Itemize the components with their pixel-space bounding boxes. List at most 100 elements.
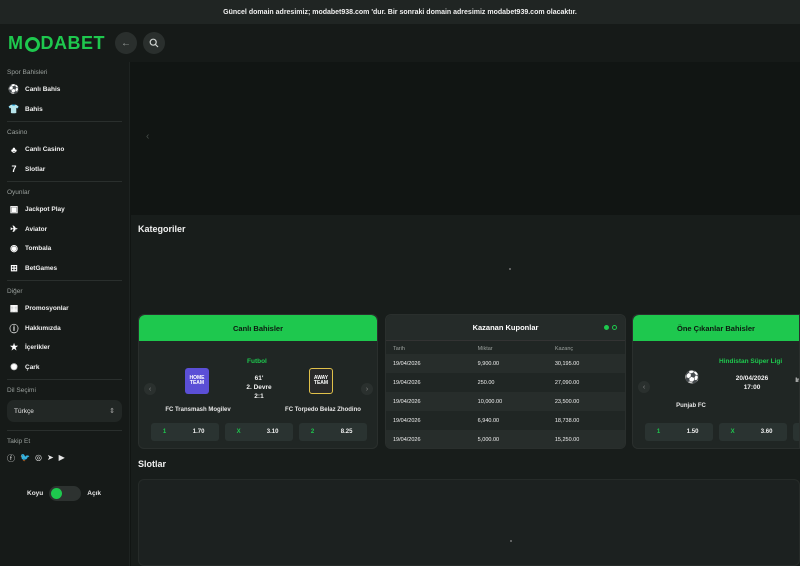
star-icon: ★	[9, 342, 19, 353]
pagination-dots	[604, 325, 617, 330]
winning-coupons-title: Kazanan Kuponlar	[386, 315, 625, 341]
seven-icon: 7	[11, 164, 17, 175]
chevron-left-icon[interactable]: ‹	[638, 381, 650, 393]
sidebar-item-slots[interactable]: 7 Slotlar	[0, 160, 129, 180]
section-title-games: Oyunlar	[7, 189, 30, 196]
match-time: 17:00	[743, 384, 761, 391]
odd-button-home[interactable]: 1 1.50	[645, 423, 713, 441]
info-icon: ⓘ	[9, 323, 19, 334]
chevron-left-icon[interactable]: ‹	[144, 383, 156, 395]
loading-dot	[510, 540, 512, 542]
punjab-fc-crest: ⚽	[684, 370, 700, 385]
lottery-ball-icon: ◉	[10, 243, 18, 254]
column-header: Kazanç	[554, 345, 574, 352]
winning-coupons-card: Kazanan Kuponlar Tarih Miktar Kazanç 19/04…	[385, 314, 626, 449]
sidebar-item-jackpot-play[interactable]: ▣ Jackpot Play	[0, 200, 129, 220]
section-title-language: Dil Seçimi	[7, 387, 36, 394]
odd-button-home[interactable]: 1 1.70	[151, 423, 219, 441]
sidebar-item-live-betting[interactable]: ⚽ Canlı Bahis	[0, 80, 129, 100]
gamepad-icon: ⊞	[10, 262, 18, 273]
announcement-bar: Güncel domain adresimiz; modabet938.com …	[0, 0, 800, 24]
odd-button-away[interactable]: 2 8.25	[299, 423, 367, 441]
slots-title: Slotlar	[138, 459, 167, 469]
plane-icon: ✈	[10, 223, 18, 234]
home-team-name: FC Transmash Mogilev	[165, 407, 231, 413]
sidebar-item-about[interactable]: ⓘ Hakkımızda	[0, 319, 129, 339]
instagram-icon[interactable]: ◎	[35, 453, 42, 464]
section-title-casino: Casino	[7, 129, 28, 136]
match-score: 2:1	[254, 393, 264, 400]
logo[interactable]: M DABET	[8, 33, 105, 54]
sidebar-item-live-casino[interactable]: ♣ Canlı Casino	[0, 140, 129, 160]
featured-bets-title: Öne Çıkanlar Bahisler	[633, 315, 799, 341]
announcement-text: Güncel domain adresimiz; modabet938.com …	[223, 8, 577, 16]
twitter-icon[interactable]: 🐦	[20, 453, 30, 464]
sidebar-item-promotions[interactable]: ▦ Promosyonlar	[0, 299, 129, 319]
sidebar-item-betgames[interactable]: ⊞ BetGames	[0, 259, 129, 279]
slots-area	[138, 479, 800, 566]
odd-button-away[interactable]	[793, 423, 799, 441]
match-minute: 61'	[254, 375, 264, 382]
column-header: Miktar	[477, 345, 493, 352]
gift-icon: ▦	[9, 303, 19, 314]
match-datetime: 20/04/2026 17:00	[728, 374, 776, 392]
table-row: 19/04/2026 250.00 27,090.00	[393, 379, 580, 386]
table-row: 19/04/2026 6,940.00 18,738.00	[393, 417, 580, 424]
theme-switcher: Koyu Açık	[0, 468, 129, 501]
language-select[interactable]: Türkçe ⇕	[7, 400, 122, 422]
home-team-crest: HOME TEAM	[185, 368, 209, 394]
match-date: 20/04/2026	[735, 375, 769, 382]
sidebar-item-wheel[interactable]: ✺ Çark	[0, 358, 129, 378]
soccer-ball-icon: ⚽	[8, 84, 20, 95]
match-status: 61' 2. Devre 2:1	[239, 374, 279, 401]
sidebar-item-tombala[interactable]: ◉ Tombala	[0, 239, 129, 259]
jackpot-icon: ▣	[9, 204, 19, 215]
back-button[interactable]: ←	[115, 32, 137, 54]
search-icon	[149, 38, 159, 48]
telegram-icon[interactable]: ➤	[47, 453, 54, 464]
away-team-crest: AWAY TEAM	[309, 368, 333, 394]
loading-dot	[509, 268, 511, 270]
coupons-table: Tarih Miktar Kazanç 19/04/2026 9,900.00 30,1…	[386, 343, 625, 448]
header: M DABET ←	[0, 24, 800, 62]
league-label: Hindistan Süper Ligi	[719, 358, 783, 365]
chevron-left-icon[interactable]: ‹	[146, 131, 149, 142]
arrow-left-icon: ←	[121, 37, 131, 49]
sport-label: Futbol	[247, 358, 267, 365]
odd-button-draw[interactable]: X 3.60	[719, 423, 787, 441]
away-team-name-partial: In	[795, 378, 799, 384]
sidebar-item-aviator[interactable]: ✈ Aviator	[0, 220, 129, 240]
pagination-dot[interactable]	[612, 325, 617, 330]
column-header: Tarih	[393, 345, 405, 352]
odd-button-draw[interactable]: X 3.10	[225, 423, 293, 441]
jersey-icon: 👕	[8, 103, 20, 114]
club-card-icon: ♣	[11, 144, 17, 155]
table-row: 19/04/2026 9,900.00 30,195.00	[386, 354, 625, 373]
live-bets-card-title: Canlı Bahisler	[139, 315, 377, 341]
match-period: 2. Devre	[246, 384, 272, 391]
facebook-icon[interactable]: ⓕ	[7, 453, 15, 464]
featured-bets-card: Öne Çıkanlar Bahisler Hindistan Süper Li…	[632, 314, 800, 449]
theme-dark-label: Koyu	[27, 490, 44, 497]
search-button[interactable]	[143, 32, 165, 54]
sidebar-item-betting[interactable]: 👕 Bahis	[0, 100, 129, 120]
updown-chevron-icon: ⇕	[109, 408, 115, 415]
section-title-sports: Spor Bahisleri	[7, 69, 48, 76]
away-team-name: FC Torpedo Belaz Zhodino	[285, 407, 361, 413]
table-row: 19/04/2026 5,000.00 15,250.00	[386, 430, 625, 448]
social-links: ⓕ 🐦 ◎ ➤ ▶	[0, 449, 129, 468]
youtube-icon[interactable]: ▶	[59, 453, 65, 464]
logo-ring-icon	[24, 36, 40, 52]
theme-light-label: Açık	[87, 490, 101, 497]
sidebar-item-contents[interactable]: ★ İçerikler	[0, 338, 129, 358]
live-bets-card: Canlı Bahisler Futbol ‹ › HOME TEAM AWAY…	[138, 314, 378, 449]
home-team-name: Punjab FC	[676, 403, 706, 409]
chevron-right-icon[interactable]: ›	[361, 383, 373, 395]
pagination-dot[interactable]	[604, 325, 609, 330]
wheel-icon: ✺	[10, 361, 18, 372]
toggle-knob	[51, 488, 63, 499]
table-row: 19/04/2026 10,000.00 23,500.00	[386, 392, 625, 411]
theme-toggle[interactable]	[49, 486, 82, 501]
sidebar: Spor Bahisleri ⚽ Canlı Bahis 👕 Bahis Casin…	[0, 62, 130, 566]
section-title-follow: Takip Et	[7, 438, 31, 445]
